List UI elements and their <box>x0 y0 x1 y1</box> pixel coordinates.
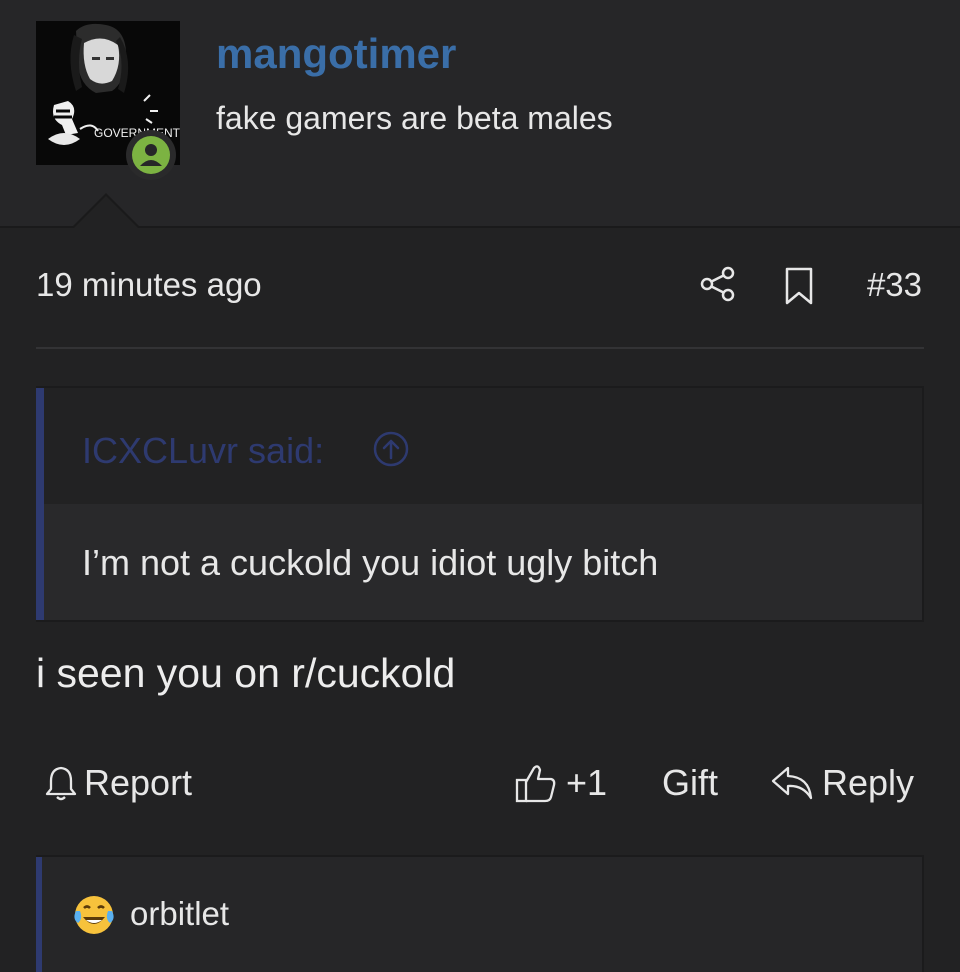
reactions-bar[interactable]: orbitlet <box>36 855 924 972</box>
post-header: GOVERNMENT mangotimer fake gamers are be… <box>0 0 960 228</box>
thumbs-up-icon <box>515 765 556 803</box>
username-link[interactable]: mangotimer <box>216 30 456 78</box>
jump-to-quote-icon[interactable] <box>372 430 410 468</box>
divider <box>36 347 924 349</box>
quote-block: ICXCLuvr said: I’m not a cuckold you idi… <box>36 386 924 622</box>
quote-body: I’m not a cuckold you idiot ugly bitch <box>44 504 922 620</box>
post-number-link[interactable]: #33 <box>867 266 922 304</box>
quote-header: ICXCLuvr said: <box>44 388 922 504</box>
user-title: fake gamers are beta males <box>216 100 613 136</box>
bookmark-icon[interactable] <box>784 266 814 306</box>
quote-author-link[interactable]: ICXCLuvr said: <box>82 430 324 472</box>
reply-label: Reply <box>822 762 915 803</box>
like-button[interactable]: +1 <box>514 761 607 805</box>
post-meta: 19 minutes ago #33 <box>36 262 924 312</box>
like-count: +1 <box>566 762 608 803</box>
reply-button[interactable]: Reply <box>770 761 914 805</box>
online-status-icon <box>126 130 176 180</box>
bell-icon <box>45 766 77 801</box>
report-button[interactable]: Report <box>44 761 192 805</box>
reply-icon <box>771 766 813 800</box>
post-timestamp[interactable]: 19 minutes ago <box>36 266 262 304</box>
post-message: i seen you on r/cuckold <box>36 650 456 696</box>
share-icon[interactable] <box>698 264 738 304</box>
quote-text: I’m not a cuckold you idiot ugly bitch <box>82 542 659 583</box>
report-label: Report <box>84 762 193 803</box>
face-with-tears-of-joy-icon <box>74 896 114 934</box>
reactions-accent-bar <box>36 857 42 972</box>
quote-accent-bar <box>36 388 44 620</box>
gift-button[interactable]: Gift <box>662 761 718 805</box>
post-actions: Report +1 Gift Reply <box>36 755 924 811</box>
reaction-usernames[interactable]: orbitlet <box>130 895 229 933</box>
